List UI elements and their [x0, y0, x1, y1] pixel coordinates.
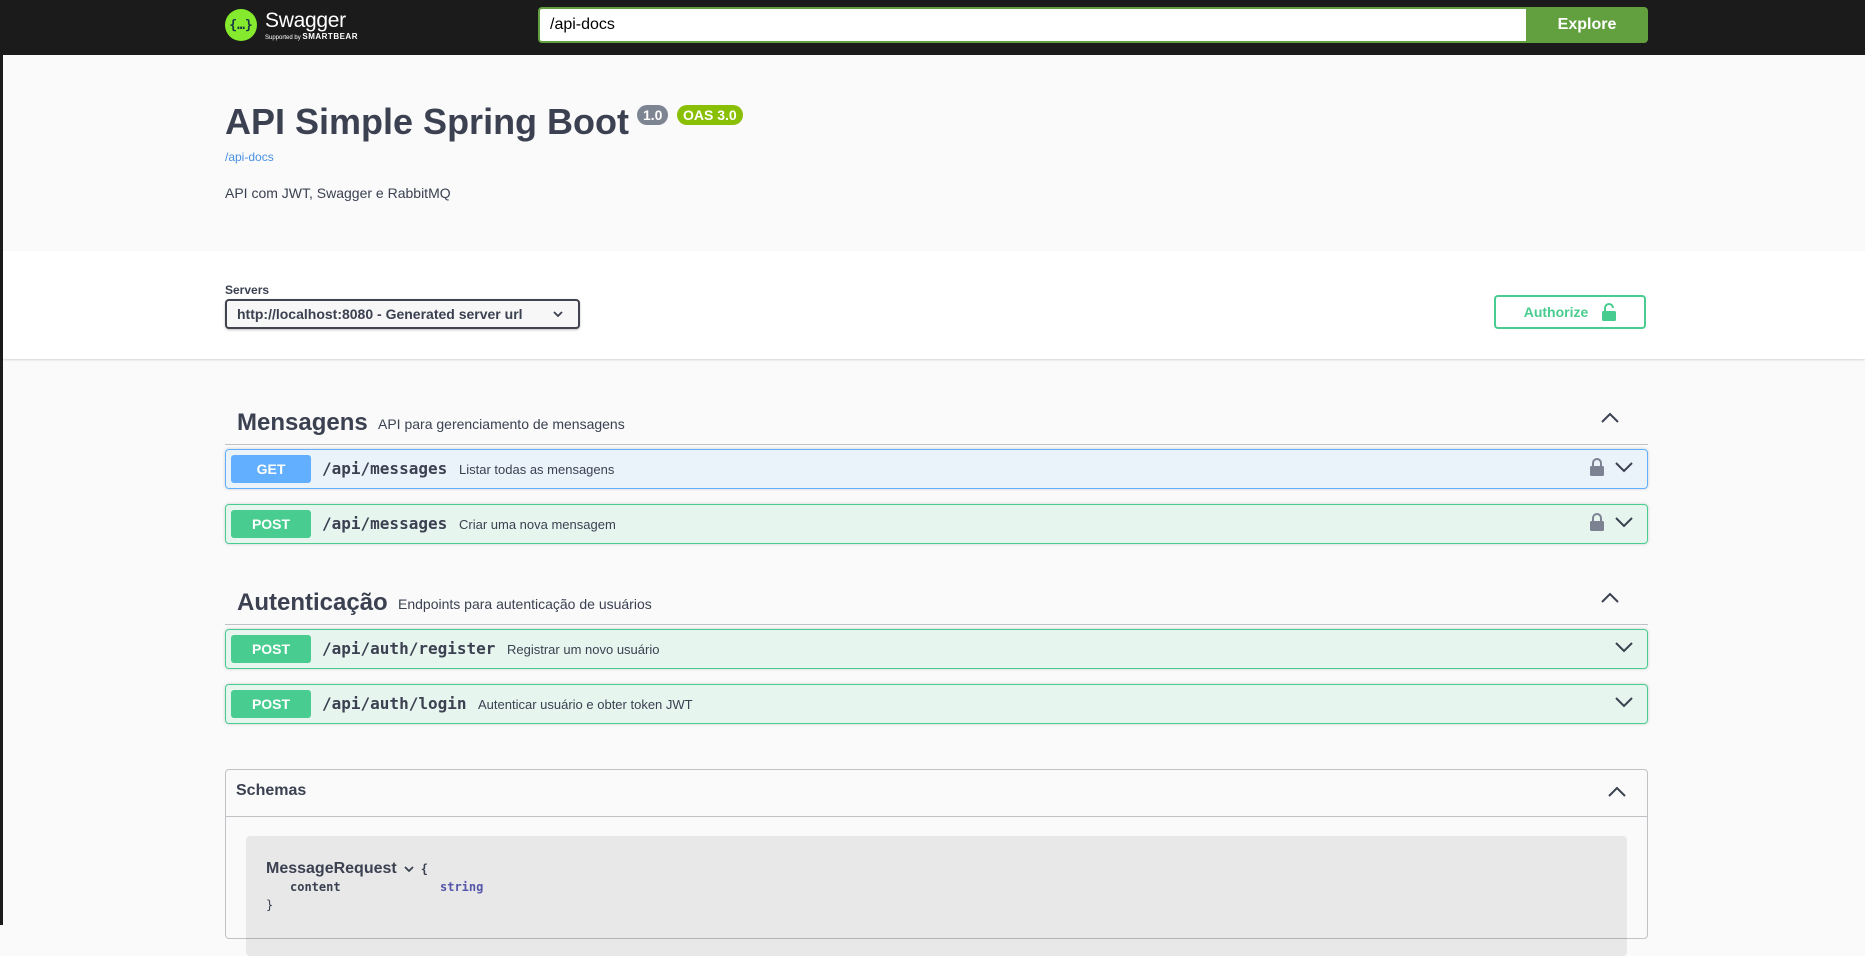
logo-brand: SMARTBEAR — [302, 31, 358, 41]
authorize-label: Authorize — [1523, 304, 1589, 320]
swagger-logo[interactable]: {…} Swagger Supported by SMARTBEAR — [225, 5, 358, 45]
property-type: string — [440, 880, 484, 894]
model-title[interactable]: MessageRequest { — [266, 860, 428, 878]
explore-button[interactable]: Explore — [1526, 7, 1648, 43]
operation-post-login[interactable]: POST /api/auth/login Autenticar usuário … — [225, 684, 1648, 724]
api-docs-link[interactable]: /api-docs — [225, 150, 274, 164]
tag-name: Autenticação — [237, 589, 388, 616]
swagger-logo-icon: {…} — [225, 9, 257, 41]
model-name: MessageRequest — [266, 860, 397, 877]
operation-path: /api/auth/login — [322, 694, 467, 713]
logo-sub: Supported by SMARTBEAR — [265, 31, 358, 41]
chevron-down-icon[interactable] — [1614, 460, 1634, 474]
tag-name: Mensagens — [237, 409, 368, 436]
operation-summary: Listar todas as mensagens — [459, 462, 615, 477]
operation-get-messages[interactable]: GET /api/messages Listar todas as mensag… — [225, 449, 1648, 489]
logo-name: Swagger — [265, 8, 346, 32]
chevron-up-icon[interactable] — [1607, 784, 1627, 798]
schemas-title: Schemas — [236, 782, 307, 799]
open-brace: { — [420, 862, 428, 876]
close-brace: } — [266, 898, 274, 912]
chevron-down-icon[interactable] — [1614, 640, 1634, 654]
schemas-header[interactable]: Schemas — [226, 770, 1647, 817]
method-badge: GET — [231, 455, 311, 483]
chevron-down-icon[interactable] — [1614, 695, 1634, 709]
servers-label: Servers — [225, 283, 270, 297]
chevron-down-icon[interactable] — [1614, 515, 1634, 529]
api-description: API com JWT, Swagger e RabbitMQ — [225, 185, 451, 201]
operation-summary: Criar uma nova mensagem — [459, 517, 616, 532]
logo-supported: Supported by — [265, 34, 301, 41]
lock-icon[interactable] — [1590, 513, 1604, 531]
chevron-up-icon[interactable] — [1600, 410, 1620, 424]
servers-select[interactable]: http://localhost:8080 - Generated server… — [225, 299, 580, 329]
chevron-down-icon — [553, 311, 563, 318]
tag-description: Endpoints para autenticação de usuários — [398, 596, 652, 612]
model-box: MessageRequest { content string } — [246, 836, 1627, 956]
operation-summary: Registrar um novo usuário — [507, 642, 660, 657]
chevron-up-icon[interactable] — [1600, 590, 1620, 604]
servers-selected-value: http://localhost:8080 - Generated server… — [237, 306, 523, 322]
method-badge: POST — [231, 690, 311, 718]
operation-path: /api/messages — [322, 514, 448, 533]
property-name: content — [290, 880, 341, 894]
authorize-button[interactable]: Authorize — [1494, 295, 1646, 329]
servers-section: Servers http://localhost:8080 - Generate… — [3, 251, 1865, 359]
lock-icon[interactable] — [1590, 458, 1604, 476]
tag-mensagens[interactable]: Mensagens API para gerenciamento de mens… — [225, 392, 1648, 445]
version-badge: 1.0 — [637, 105, 669, 125]
tag-description: API para gerenciamento de mensagens — [378, 416, 625, 432]
schemas-section: Schemas MessageRequest { content string … — [225, 769, 1648, 956]
method-badge: POST — [231, 510, 311, 538]
chevron-down-icon[interactable] — [403, 863, 415, 875]
url-input[interactable] — [538, 7, 1526, 43]
method-badge: POST — [231, 635, 311, 663]
oas-badge: OAS 3.0 — [677, 105, 743, 125]
operation-post-messages[interactable]: POST /api/messages Criar uma nova mensag… — [225, 504, 1648, 544]
operation-summary: Autenticar usuário e obter token JWT — [478, 697, 693, 712]
logo-text: Swagger Supported by SMARTBEAR — [265, 10, 358, 41]
operation-path: /api/auth/register — [322, 639, 496, 658]
operation-path: /api/messages — [322, 459, 448, 478]
unlock-icon — [1602, 303, 1617, 321]
operation-post-register[interactable]: POST /api/auth/register Registrar um nov… — [225, 629, 1648, 669]
page-title: API Simple Spring Boot — [225, 101, 630, 142]
topbar: {…} Swagger Supported by SMARTBEAR Explo… — [3, 0, 1865, 55]
tag-autenticacao[interactable]: Autenticação Endpoints para autenticação… — [225, 572, 1648, 625]
